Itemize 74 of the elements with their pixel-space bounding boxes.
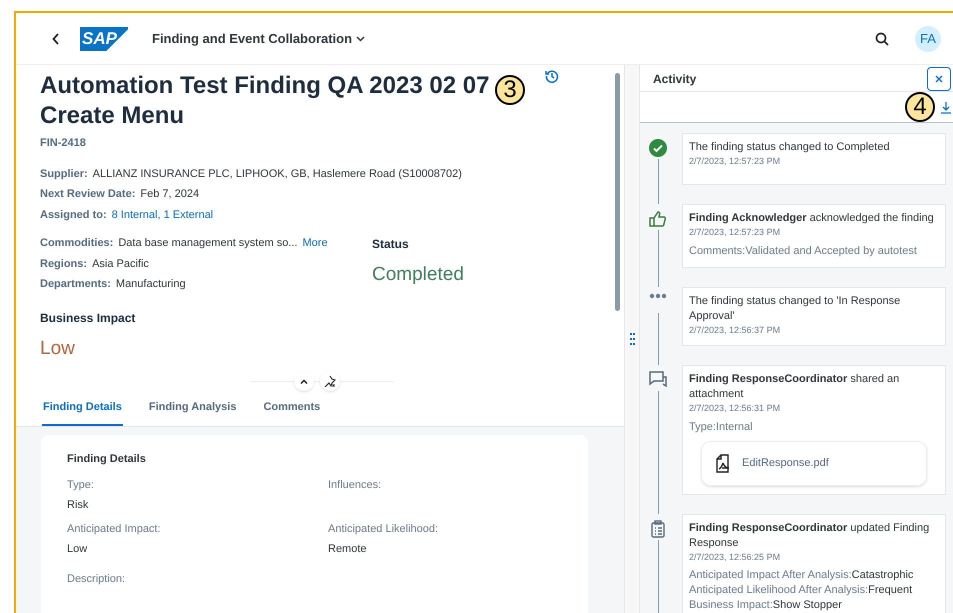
- drag-handle-icon[interactable]: [630, 333, 634, 345]
- fact-value: Feb 7, 2024: [140, 187, 200, 202]
- card-title: Finding Details: [67, 452, 147, 466]
- download-icon[interactable]: [941, 100, 951, 114]
- detail-value: Catastrophic: [852, 569, 914, 581]
- activity-time: 2/7/2023, 12:56:25 PM: [689, 550, 782, 564]
- page-title: Automation Test Finding QA 2023 02 07 Create Menu: [40, 71, 490, 131]
- clipboard-icon: [651, 520, 665, 538]
- detail-label: Anticipated Likelihood After Analysis:: [689, 584, 868, 596]
- panel-title: Activity: [653, 71, 696, 88]
- dots-icon: [649, 292, 667, 298]
- field-label: Anticipated Impact:: [67, 522, 162, 537]
- activity-time: 2/7/2023, 12:57:23 PM: [689, 226, 782, 239]
- fact-value: Manufacturing: [116, 277, 186, 292]
- detail-value: Validated and Accepted by autotest: [745, 244, 917, 256]
- chat-icon: [649, 371, 667, 387]
- status-value: Completed: [372, 263, 464, 287]
- tab[interactable]: Comments: [262, 395, 322, 426]
- fact-label: Next Review Date:: [40, 187, 136, 202]
- logo: SAP: [80, 26, 128, 50]
- chevron-down-icon: [356, 36, 366, 42]
- collapse-button[interactable]: [294, 371, 314, 391]
- fact-value: ALLIANZ INSURANCE PLC, LIPHOOK, GB, Haslemere Road (S10008702): [92, 166, 462, 182]
- field-label: Type:: [67, 478, 95, 493]
- pin-button[interactable]: [320, 371, 340, 391]
- activity-text: The finding status changed to Completed: [689, 140, 891, 155]
- fact-label: Supplier:: [40, 166, 88, 182]
- close-icon: [935, 75, 943, 83]
- user-avatar[interactable]: FA: [915, 26, 941, 52]
- callout-number: 3: [495, 75, 525, 105]
- thumbs-up-icon: [649, 210, 667, 228]
- detail-label: Business Impact:: [689, 599, 773, 611]
- activity-text: Finding Acknowledger acknowledged the finding: [689, 211, 935, 226]
- activity-time: 2/7/2023, 12:56:37 PM: [689, 324, 782, 336]
- back-icon[interactable]: [52, 32, 60, 44]
- business-impact-label: Business Impact: [40, 310, 136, 326]
- field-value: Remote: [328, 542, 368, 556]
- activity-time: 2/7/2023, 12:56:31 PM: [689, 402, 782, 415]
- status-label: Status: [372, 236, 410, 253]
- attachment-name: EditResponse.pdf: [742, 456, 829, 471]
- field-label: Anticipated Likelihood:: [328, 522, 440, 537]
- pin-icon: [324, 375, 336, 387]
- tab[interactable]: Finding Analysis: [148, 395, 238, 426]
- app-title-menu[interactable]: Finding and Event Collaboration: [152, 28, 366, 48]
- fact-value: Asia Pacific: [92, 256, 149, 272]
- fact-link[interactable]: 8 Internal, 1 External: [112, 206, 214, 223]
- detail-label: Anticipated Impact After Analysis:: [689, 569, 852, 581]
- field-label: Influences:: [328, 478, 382, 493]
- close-button[interactable]: [927, 67, 951, 91]
- field-label: Description:: [67, 572, 126, 587]
- field-value: Risk: [67, 498, 90, 512]
- activity-text: Finding ResponseCoordinator shared an attachment: [689, 372, 900, 402]
- activity-time: 2/7/2023, 12:57:23 PM: [689, 155, 782, 168]
- fact-label: Commodities:: [40, 236, 114, 251]
- activity-text: The finding status changed to 'In Response Approval': [689, 294, 902, 324]
- fact-value: Data base management system so...: [118, 236, 298, 251]
- detail-value: Internal: [716, 420, 753, 432]
- detail-value: Frequent: [868, 584, 912, 596]
- finding-id: FIN-2418: [40, 136, 87, 151]
- business-impact-value: Low: [40, 336, 76, 360]
- fact-label: Departments:: [40, 277, 111, 292]
- callout-number: 4: [905, 92, 935, 122]
- history-icon[interactable]: [545, 69, 559, 83]
- fact-label: Assigned to:: [40, 208, 107, 222]
- detail-label: Comments:: [689, 244, 746, 256]
- activity-text: Finding ResponseCoordinator updated Finding Response: [689, 520, 930, 550]
- search-icon[interactable]: [875, 32, 889, 46]
- detail-value: Show Stopper: [772, 599, 842, 611]
- chevron-up-icon: [300, 378, 308, 384]
- detail-label: Type:: [689, 420, 716, 432]
- field-value: Low: [67, 542, 88, 556]
- fact-label: Regions:: [40, 256, 88, 272]
- attachment-card[interactable]: EditResponse.pdf: [701, 440, 927, 486]
- more-link[interactable]: More: [302, 235, 328, 252]
